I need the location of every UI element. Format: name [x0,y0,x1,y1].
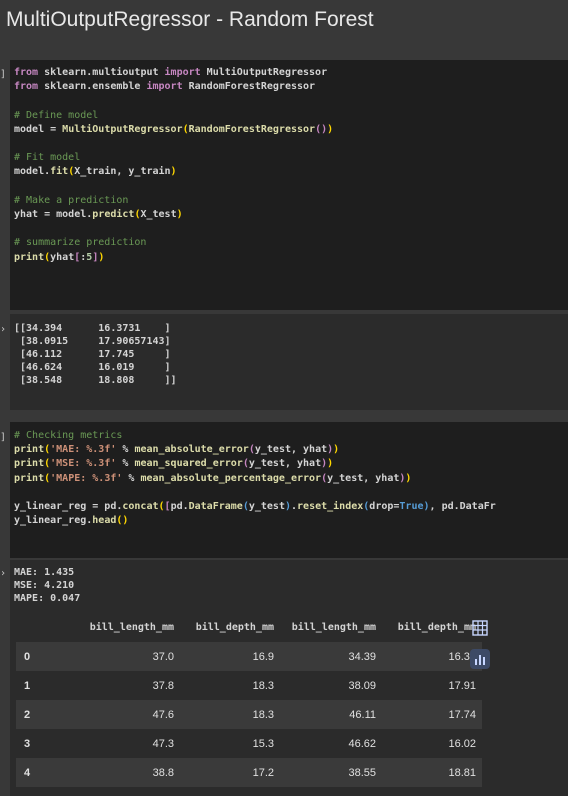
table-cell: 16.37 [382,642,482,671]
cell-1-bracket: ] [0,69,7,80]
metrics-output: MAE: 1.435 MSE: 4.210 MAPE: 0.047 [14,566,80,605]
table-header-row: bill_length_mm bill_depth_mm bill_length… [16,612,482,642]
table-cell: 37.8 [78,671,180,700]
dataframe-table: bill_length_mm bill_depth_mm bill_length… [16,612,482,787]
table-cell: 16.9 [180,642,280,671]
code-cell-2[interactable]: # Checking metrics print('MAE: %.3f' % m… [10,422,568,558]
code-line: from sklearn.ensemble import RandomFores… [14,81,316,93]
output-1-array: [[34.394 16.3731 ] [38.0915 17.90657143]… [14,322,177,387]
row-index: 4 [16,758,78,787]
column-header: bill_length_mm [291,621,376,633]
table-cell: 37.0 [78,642,180,671]
code-cell-2-source[interactable]: # Checking metrics print('MAE: %.3f' % m… [14,429,496,528]
code-comment: # Make a prediction [14,194,129,206]
table-cell: 34.39 [280,642,382,671]
table-cell: 46.62 [280,729,382,758]
output-line: [38.548 18.808 ]] [14,375,177,386]
column-header: bill_depth_mm [397,621,476,633]
section-heading: MultiOutputRegressor - Random Forest [0,0,568,60]
output-line: [46.112 17.745 ] [14,349,171,360]
heading-title: MultiOutputRegressor - Random Forest [6,8,374,31]
table-cell: 16.02 [382,729,482,758]
table-cell: 38.55 [280,758,382,787]
table-cell: 46.11 [280,700,382,729]
table-cell: 47.6 [78,700,180,729]
row-index: 1 [16,671,78,700]
table-row: 2 47.6 18.3 46.11 17.74 [16,700,482,729]
table-icon[interactable] [470,618,490,638]
code-comment: # Checking metrics [14,430,123,441]
output-2: MAE: 1.435 MSE: 4.210 MAPE: 0.047 bill_l… [10,560,568,796]
table-row: 4 38.8 17.2 38.55 18.81 [16,758,482,787]
output-line: [[34.394 16.3731 ] [14,323,171,334]
code-line: print('MAPE: %.3f' % mean_absolute_perce… [14,472,412,484]
code-line: model.fit(X_train, y_train) [14,166,177,178]
output-line: [38.0915 17.90657143] [14,336,171,347]
table-cell: 17.74 [382,700,482,729]
output-line: [46.624 16.019 ] [14,362,171,373]
table-row: 0 37.0 16.9 34.39 16.37 [16,642,482,671]
chart-icon[interactable] [470,649,490,669]
table-cell: 38.09 [280,671,382,700]
code-line: print(yhat[:5]) [14,251,105,263]
column-header: bill_depth_mm [195,621,274,633]
row-index: 2 [16,700,78,729]
metric-line: MSE: 4.210 [14,580,75,591]
column-header: bill_length_mm [89,621,174,633]
code-cell-1-source[interactable]: from sklearn.multioutput import MultiOut… [14,66,333,265]
code-line: from sklearn.multioutput import MultiOut… [14,67,328,78]
code-line: yhat = model.predict(X_test) [14,209,183,221]
code-line: print('MSE: %.3f' % mean_squared_error(y… [14,458,334,470]
code-comment: # Define model [14,109,99,121]
table-row: 3 47.3 15.3 46.62 16.02 [16,729,482,758]
metric-line: MAE: 1.435 [14,567,75,578]
metric-line: MAPE: 0.047 [14,593,81,604]
code-comment: # Fit model [14,152,81,164]
table-cell: 15.3 [180,729,280,758]
table-row: 1 37.8 18.3 38.09 17.91 [16,671,482,700]
cell-2-bracket: ] [0,432,7,443]
row-index: 0 [16,642,78,671]
table-cell: 17.91 [382,671,482,700]
table-cell: 18.81 [382,758,482,787]
table-cell: 18.3 [180,700,280,729]
code-line: y_linear_reg = pd.concat([pd.DataFrame(y… [14,501,496,513]
code-comment: # summarize prediction [14,237,147,249]
table-cell: 18.3 [180,671,280,700]
row-index: 3 [16,729,78,758]
table-cell: 38.8 [78,758,180,787]
code-line: print('MAE: %.3f' % mean_absolute_error(… [14,444,340,456]
code-line: model = MultiOutputRegressor(RandomFores… [14,123,334,135]
output-1-chevron[interactable]: › [0,322,10,337]
code-cell-1[interactable]: from sklearn.multioutput import MultiOut… [10,60,568,310]
code-line: y_linear_reg.head() [14,515,129,527]
table-cell: 47.3 [78,729,180,758]
table-cell: 17.2 [180,758,280,787]
output-2-chevron[interactable]: › [0,566,10,581]
column-header-index [16,612,78,642]
output-1: [[34.394 16.3731 ] [38.0915 17.90657143]… [10,314,568,410]
